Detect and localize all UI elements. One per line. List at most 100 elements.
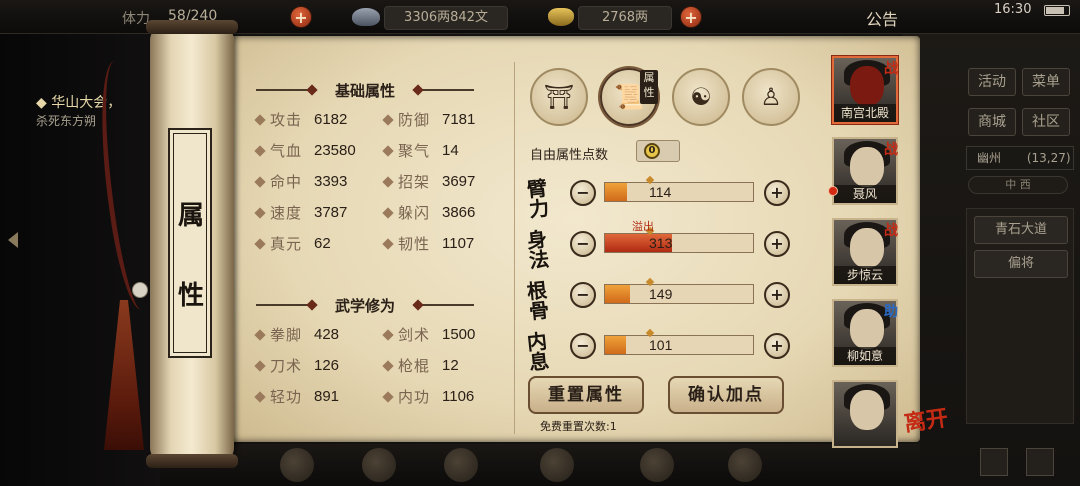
leave-button[interactable]: 离开 (902, 405, 949, 437)
diamond-icon (254, 360, 266, 372)
stat-row: 真元 62 (254, 234, 376, 254)
free-points-label: 自由属性点数 (530, 148, 609, 163)
add-stamina-button[interactable]: + (290, 6, 312, 28)
add-gold-button[interactable]: + (680, 6, 702, 28)
increase-button[interactable]: + (764, 231, 790, 257)
stat-value: 6182 (314, 111, 348, 128)
notification-dot (828, 186, 838, 196)
bottom-right-button-1[interactable] (980, 448, 1008, 476)
attribute-bar: 101 (604, 328, 754, 355)
stat-row: 防御 7181 (382, 110, 504, 130)
place-button[interactable]: 青石大道 (974, 216, 1068, 244)
tassel-bead (132, 282, 148, 298)
stat-row: 内功 1106 (382, 387, 504, 407)
attribute-name: 臂力 (525, 175, 551, 222)
stat-value: 12 (442, 357, 459, 374)
location-name: 幽州 (977, 151, 1002, 165)
stat-row: 招架 3697 (382, 172, 504, 192)
basic-attributes-title: 基础属性 (334, 82, 395, 100)
stat-value: 3393 (314, 173, 348, 190)
reset-attributes-button[interactable]: 重置属性 (528, 376, 644, 414)
tab-meridians[interactable]: ♙ (742, 68, 800, 126)
section-decoration (418, 304, 474, 306)
attribute-name: 身法 (525, 226, 551, 273)
bottom-menu-icon[interactable] (728, 448, 762, 482)
stat-label: 剑术 (398, 326, 431, 344)
attribute-bar: 149 (604, 277, 754, 304)
decrease-button[interactable]: − (570, 231, 596, 257)
face-shape (850, 309, 884, 349)
overflow-label: 溢出 (632, 220, 654, 233)
attribute-bar: 114 (604, 175, 754, 202)
diamond-icon (254, 238, 266, 250)
stat-row: 刀术 126 (254, 356, 376, 376)
hat-icon: ⛩ (543, 83, 575, 111)
silver-icon (352, 8, 380, 26)
community-button[interactable]: 社区 (1022, 108, 1070, 136)
stat-value: 3697 (442, 173, 476, 190)
attribute-bar-fill (605, 285, 631, 303)
party-member-name: 步惊云 (834, 266, 896, 284)
stat-value: 126 (314, 357, 340, 374)
stat-label: 刀术 (270, 357, 303, 375)
stat-row: 命中 3393 (254, 172, 376, 192)
stat-row: 攻击 6182 (254, 110, 376, 130)
bottom-right-button-2[interactable] (1026, 448, 1054, 476)
party-member-portrait[interactable] (832, 380, 898, 448)
stat-label: 枪棍 (398, 357, 431, 375)
collapse-left-icon[interactable] (8, 232, 18, 248)
section-decoration (256, 89, 312, 91)
gold-display: 2768两 (578, 6, 672, 30)
stat-label: 气血 (270, 142, 303, 160)
bottom-menu-icon[interactable] (444, 448, 478, 482)
face-shape (850, 66, 884, 106)
stat-value: 1107 (442, 235, 475, 252)
stat-label: 攻击 (270, 111, 303, 129)
attribute-value: 313 (649, 235, 673, 251)
stat-label: 拳脚 (270, 326, 303, 344)
bottom-menu-icon[interactable] (640, 448, 674, 482)
scroll-title: 属性 (177, 201, 204, 311)
increase-button[interactable]: + (764, 333, 790, 359)
diamond-icon (382, 207, 394, 219)
place-label: 青石大道 (994, 222, 1047, 237)
stat-row: 剑术 1500 (382, 325, 504, 345)
section-decoration (418, 89, 474, 91)
role-badge: 战 (884, 142, 898, 158)
mall-button[interactable]: 商城 (968, 108, 1016, 136)
stat-value: 428 (314, 326, 340, 343)
increase-button[interactable]: + (764, 282, 790, 308)
stat-row: 枪棍 12 (382, 356, 504, 376)
increase-button[interactable]: + (764, 180, 790, 206)
role-badge: 战 (884, 223, 898, 239)
decrease-button[interactable]: − (570, 333, 596, 359)
decrease-button[interactable]: − (570, 180, 596, 206)
diamond-icon (382, 329, 394, 341)
tab-equipment[interactable]: ⛩ (530, 68, 588, 126)
confirm-points-button[interactable]: 确认加点 (668, 376, 784, 414)
stat-row: 聚气 14 (382, 141, 504, 161)
free-points-value: 0 (644, 143, 660, 159)
tab-bagua[interactable]: ☯ (672, 68, 730, 126)
party-member-name: 聂风 (834, 185, 896, 203)
attribute-name: 根骨 (525, 277, 551, 324)
activity-button[interactable]: 活动 (968, 68, 1016, 96)
stat-row: 气血 23580 (254, 141, 376, 161)
menu-button[interactable]: 菜单 (1022, 68, 1070, 96)
stat-row: 轻功 891 (254, 387, 376, 407)
decrease-button[interactable]: − (570, 282, 596, 308)
compass: 中 西 (968, 176, 1068, 194)
quest-subtitle: 杀死东方朔 (36, 114, 97, 128)
stat-value: 891 (314, 388, 340, 405)
bottom-menu-icon[interactable] (280, 448, 314, 482)
general-button[interactable]: 偏将 (974, 250, 1068, 278)
tab-attributes-tag: 属性 (640, 70, 658, 104)
stat-label: 轻功 (270, 388, 303, 406)
announcement-button[interactable]: 公告 (866, 6, 898, 30)
stat-row: 躲闪 3866 (382, 203, 504, 223)
location-coords: (13,27) (1026, 151, 1071, 165)
bottom-menu-icon[interactable] (362, 448, 396, 482)
attribute-bar-fill (605, 183, 628, 201)
bottom-menu-icon[interactable] (540, 448, 574, 482)
section-decoration (256, 304, 312, 306)
